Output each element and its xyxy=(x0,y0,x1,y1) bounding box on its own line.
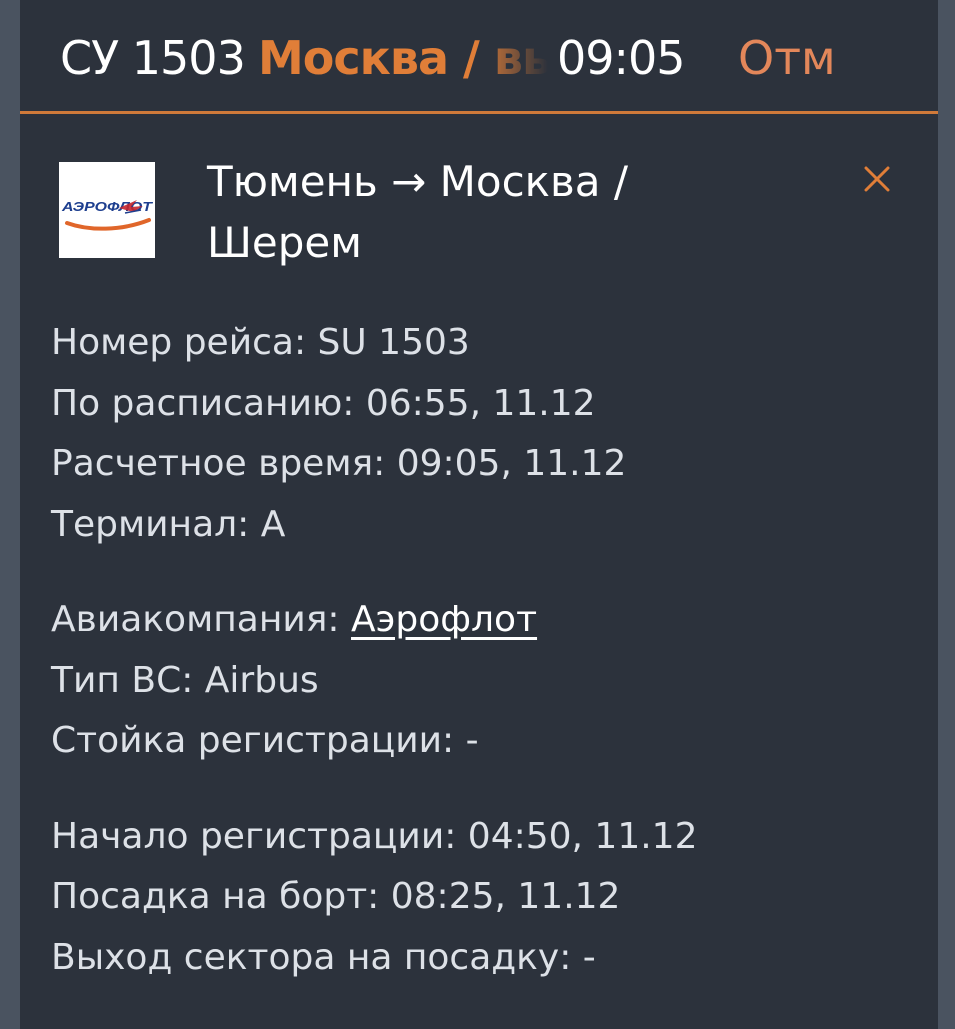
detail-scheduled: По расписанию: 06:55, 11.12 xyxy=(51,374,911,435)
detail-value: Airbus xyxy=(204,659,319,701)
detail-airline: Авиакомпания: Аэрофлот xyxy=(51,590,911,651)
airline-link[interactable]: Аэрофлот xyxy=(351,599,537,640)
flight-time: 09:05 xyxy=(557,31,686,85)
flight-number: СУ 1503 xyxy=(60,31,246,85)
detail-label: Авиакомпания: xyxy=(51,599,351,640)
route-title: Тюмень → Москва / Шерем xyxy=(207,151,767,273)
detail-label: По расписанию: xyxy=(51,382,366,424)
close-icon[interactable] xyxy=(856,158,898,200)
detail-label: Выход сектора на посадку: xyxy=(51,936,583,978)
detail-value: 04:50, 11.12 xyxy=(467,815,698,857)
route-line-2: Шерем xyxy=(207,218,362,267)
detail-value: - xyxy=(582,936,596,978)
detail-boarding-gate: Выход сектора на посадку: - xyxy=(51,928,911,989)
detail-label: Расчетное время: xyxy=(51,443,397,484)
flight-status: Отм xyxy=(738,31,836,85)
detail-value: A xyxy=(260,503,286,545)
airline-logo: АЭРОФЛОТ xyxy=(59,162,155,258)
detail-label: Начало регистрации: xyxy=(51,815,468,857)
detail-boarding: Посадка на борт: 08:25, 11.12 xyxy=(51,867,911,928)
flight-details-list: Номер рейса: SU 1503 По расписанию: 06:5… xyxy=(51,313,911,988)
detail-aircraft-type: Тип ВС: Airbus xyxy=(51,651,911,712)
detail-value: - xyxy=(465,720,479,761)
flight-destination: Москва / вы xyxy=(258,31,548,85)
detail-flight-number: Номер рейса: SU 1503 xyxy=(51,313,911,374)
detail-value: SU 1503 xyxy=(317,322,470,363)
detail-estimated: Расчетное время: 09:05, 11.12 xyxy=(51,434,911,495)
flight-details-panel: СУ 1503 Москва / вы 09:05 Отм АЭРОФЛОТ Т… xyxy=(20,0,938,1029)
detail-value: 09:05, 11.12 xyxy=(396,443,627,484)
flight-header-row[interactable]: СУ 1503 Москва / вы 09:05 Отм xyxy=(20,0,938,114)
detail-label: Тип ВС: xyxy=(51,659,205,701)
detail-value: 08:25, 11.12 xyxy=(390,876,621,917)
detail-label: Стойка регистрации: xyxy=(51,720,466,761)
detail-label: Номер рейса: xyxy=(51,322,318,363)
detail-checkin-desk: Стойка регистрации: - xyxy=(51,711,911,772)
detail-value: 06:55, 11.12 xyxy=(365,382,596,424)
detail-label: Терминал: xyxy=(51,503,261,545)
detail-checkin-start: Начало регистрации: 04:50, 11.12 xyxy=(51,807,911,868)
detail-label: Посадка на борт: xyxy=(51,876,391,917)
route-line-1: Тюмень → Москва / xyxy=(207,157,629,206)
detail-terminal: Терминал: A xyxy=(51,495,911,556)
